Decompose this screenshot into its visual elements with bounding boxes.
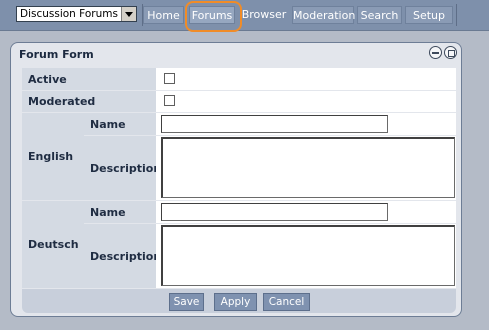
- save-button[interactable]: Save: [169, 293, 204, 311]
- module-select-value: Discussion Forums: [20, 8, 118, 20]
- top-nav: Discussion Forums Home Forums Browser Mo…: [0, 0, 489, 31]
- tab-setup[interactable]: Setup: [405, 6, 453, 24]
- form-footer: Save Apply Cancel: [22, 289, 456, 313]
- english-name-label: Name: [84, 113, 156, 135]
- maximize-icon[interactable]: [444, 46, 457, 59]
- active-field: [156, 68, 456, 90]
- deutsch-name-label: Name: [84, 201, 156, 223]
- deutsch-name-input[interactable]: [161, 203, 388, 221]
- tab-moderation[interactable]: Moderation: [292, 6, 356, 24]
- active-label: Active: [22, 68, 156, 90]
- forum-form-panel: Forum Form Active Moderated English Name…: [10, 42, 462, 317]
- deutsch-group-label: Deutsch: [22, 201, 84, 288]
- english-description-textarea[interactable]: [161, 137, 455, 198]
- module-select[interactable]: Discussion Forums: [16, 6, 137, 22]
- english-description-field: [156, 136, 456, 200]
- deutsch-description-label: Description: [84, 224, 161, 288]
- moderated-field: [156, 91, 456, 112]
- tab-search-label: Search: [360, 9, 399, 22]
- active-tab-highlight: [185, 1, 242, 32]
- tab-moderation-label: Moderation: [293, 9, 356, 22]
- cancel-button[interactable]: Cancel: [263, 293, 310, 311]
- moderated-checkbox[interactable]: [164, 95, 175, 106]
- active-checkbox[interactable]: [164, 73, 175, 84]
- tab-search[interactable]: Search: [357, 6, 402, 24]
- english-name-field: [156, 113, 456, 135]
- tab-browser-label: Browser: [241, 8, 287, 21]
- chevron-down-icon[interactable]: [121, 7, 136, 21]
- deutsch-name-field: [156, 201, 456, 223]
- deutsch-description-textarea[interactable]: [161, 225, 455, 286]
- minimize-icon[interactable]: [429, 46, 442, 59]
- tab-home[interactable]: Home: [143, 6, 184, 24]
- tab-home-label: Home: [147, 9, 180, 22]
- nav-divider: [456, 4, 457, 26]
- apply-button[interactable]: Apply: [214, 293, 257, 311]
- panel-title: Forum Form: [19, 48, 94, 61]
- english-description-label: Description: [84, 136, 161, 200]
- english-name-input[interactable]: [161, 115, 388, 133]
- moderated-label: Moderated: [22, 91, 156, 112]
- tab-browser[interactable]: Browser: [240, 6, 288, 24]
- english-group-label: English: [22, 113, 84, 200]
- deutsch-description-field: [156, 224, 456, 288]
- tab-setup-label: Setup: [412, 9, 446, 22]
